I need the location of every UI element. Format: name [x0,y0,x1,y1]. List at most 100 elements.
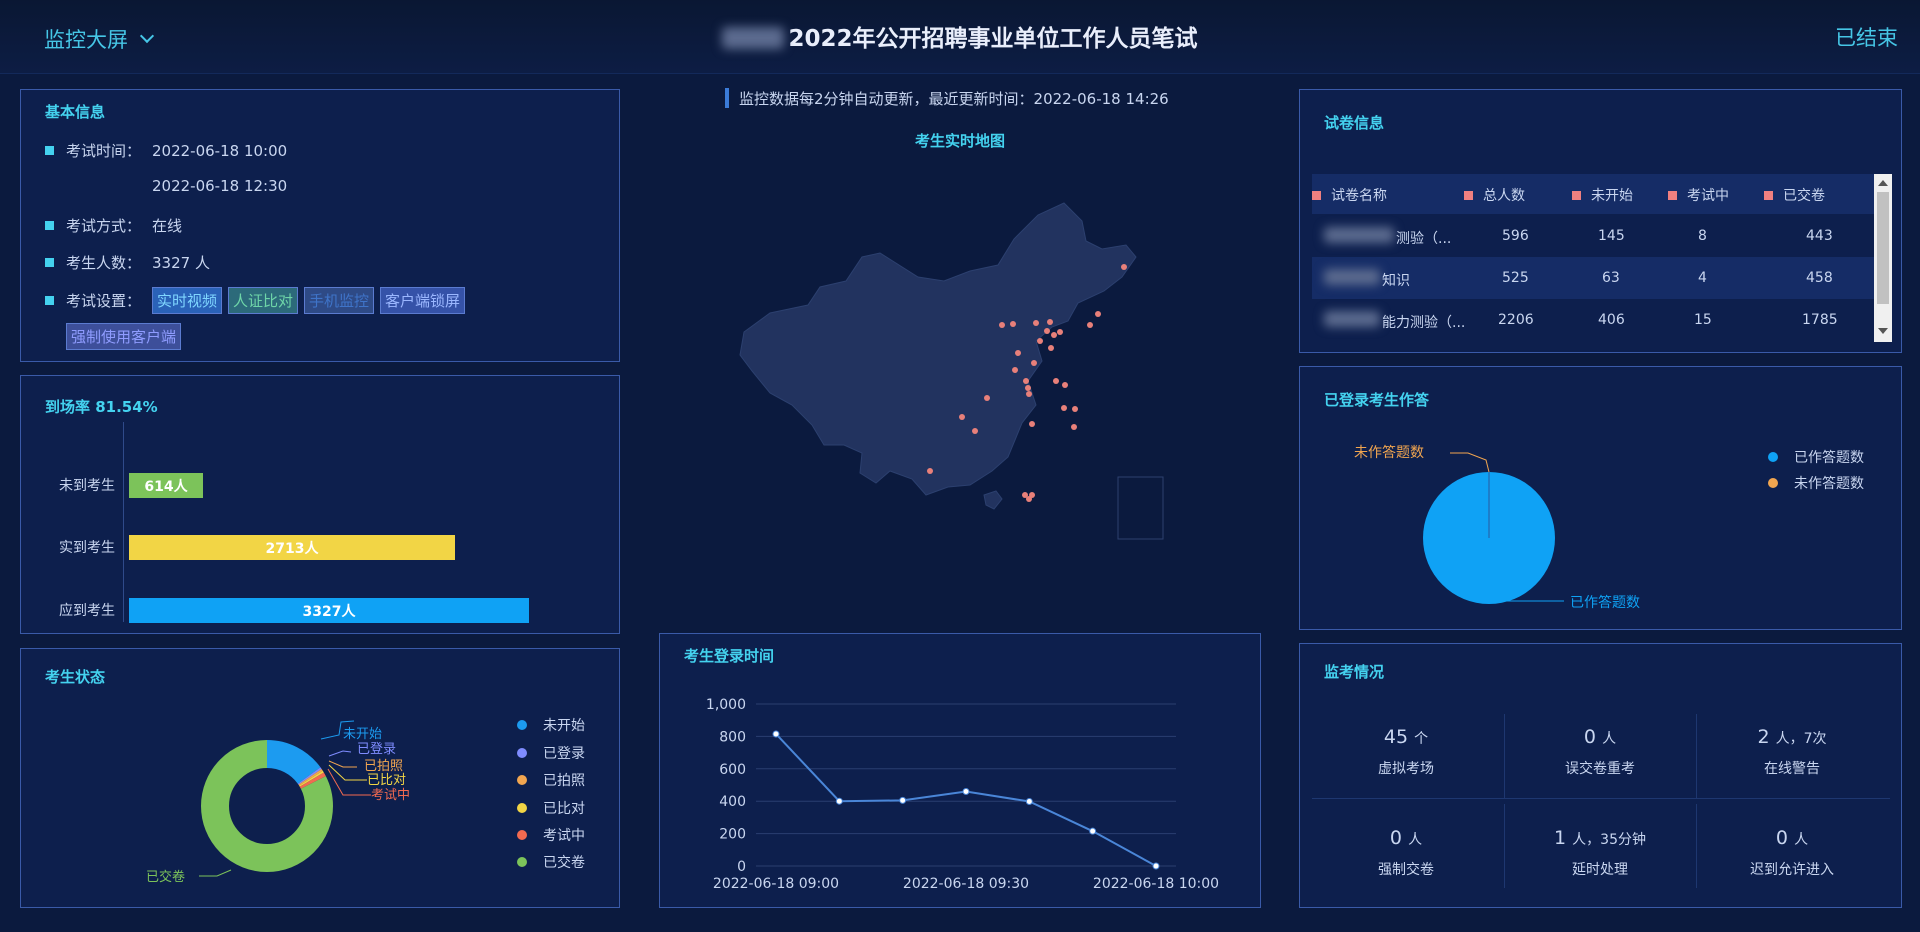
legend-in-exam[interactable]: 考试中 [517,825,585,845]
info-label: 考试设置： [66,292,142,310]
table-row[interactable]: 能力测验（... 2206 406 15 1785 [1312,299,1874,341]
callout-label: 已拍照 [364,759,403,774]
callout-label: 未作答题数 [1354,444,1424,461]
map-landmass [739,202,1137,496]
info-label: 考试方式： [66,217,142,235]
stat-label: 虚拟考场 [1378,761,1434,777]
y-tick-label: 1,000 [706,697,746,713]
col-header[interactable]: 考试中 [1668,185,1729,205]
col-header[interactable]: 已交卷 [1764,185,1825,205]
callout-label: 已比对 [367,773,406,788]
legend-submitted[interactable]: 已交卷 [517,852,585,872]
legend-label: 未作答题数 [1794,476,1864,492]
scroll-thumb[interactable] [1877,192,1889,304]
data-point [1152,862,1160,870]
stat-force-submit: 0 人 强制交卷 [1310,827,1502,879]
table-row[interactable]: 知识 525 63 4 458 [1312,257,1874,299]
basic-info-title: 基本信息 [45,103,106,121]
stat-late-entry: 0 人 迟到允许进入 [1696,827,1888,879]
col-header[interactable]: 试卷名称 [1312,185,1387,205]
login-series-line [775,733,1157,867]
scroll-down-icon[interactable] [1878,328,1888,334]
col-header-label: 总人数 [1483,188,1525,204]
cell-in-exam: 4 [1698,270,1707,286]
legend-logged-in[interactable]: 已登录 [517,743,585,763]
info-label: 考试时间： [66,142,142,160]
stat-value: 1 [1554,827,1567,849]
bar-value: 3327人 [302,603,356,620]
cell-not-started: 406 [1598,312,1625,328]
legend-dot-icon [517,857,527,867]
legend-dot-icon [517,748,527,758]
legend-dot-icon [517,720,527,730]
y-tick-label: 200 [719,827,746,843]
legend-answered[interactable]: 已作答题数 [1768,447,1864,467]
cell-name: 知识 [1382,273,1410,289]
legend-compared[interactable]: 已比对 [517,798,585,818]
tag-phone-monitor[interactable]: 手机监控 [304,287,375,314]
paper-info-title: 试卷信息 [1324,114,1385,132]
col-header-label: 未开始 [1591,188,1633,204]
data-point [899,796,907,804]
scroll-up-icon[interactable] [1878,180,1888,186]
info-row-time-end: 2022-06-18 12:30 [66,177,287,195]
callout-label: 考试中 [371,788,410,803]
info-value: 3327 人 [152,254,210,272]
legend-dot-icon [1768,478,1778,488]
legend-dot-icon [517,830,527,840]
tag-force-client[interactable]: 强制使用客户端 [66,323,182,350]
stat-label: 迟到允许进入 [1750,862,1834,878]
cell-name: 能力测验（... [1382,315,1466,331]
legend-photographed[interactable]: 已拍照 [517,770,585,790]
callout-line [328,760,357,768]
info-value: 2022-06-18 10:00 [152,141,288,160]
cell-submitted: 458 [1806,270,1833,286]
map-title: 考生实时地图 [914,132,1005,150]
column-marker-icon [1464,190,1473,200]
legend-label: 未开始 [543,718,585,734]
table-row[interactable]: 测验（... 596 145 8 443 [1312,215,1874,257]
stat-resubmit: 0 人 误交卷重考 [1504,726,1696,778]
bullet-icon [45,296,54,305]
legend-label: 已登录 [543,746,585,762]
column-marker-icon [1668,190,1677,200]
callout-line [199,869,232,877]
legend-label: 已比对 [543,801,585,817]
col-header[interactable]: 未开始 [1572,185,1633,205]
callout-label: 已登录 [357,742,396,757]
col-header[interactable]: 总人数 [1464,185,1525,205]
tag-id-compare[interactable]: 人证比对 [228,287,299,314]
legend-unanswered[interactable]: 未作答题数 [1768,473,1864,493]
callout-label: 已交卷 [146,869,185,885]
data-point [1089,827,1097,835]
stat-unit: 人 [1794,832,1809,848]
column-marker-icon [1572,190,1581,200]
divider [1312,798,1890,799]
cell-in-exam: 8 [1698,228,1707,244]
x-tick-label: 2022-06-18 10:00 [1093,876,1219,892]
legend-not-started[interactable]: 未开始 [517,715,585,735]
col-header-label: 考试中 [1687,188,1729,204]
map-island [983,490,1003,510]
stat-value: 0 [1583,726,1597,748]
column-marker-icon [1312,190,1321,200]
redacted-text [1324,227,1394,243]
tag-client-lock[interactable]: 客户端锁屏 [380,287,466,314]
tag-live-video[interactable]: 实时视频 [152,287,223,314]
table-scrollbar[interactable] [1874,174,1892,342]
stat-virtual-rooms: 45 个 虚拟考场 [1310,726,1502,778]
cell-not-started: 145 [1598,228,1625,244]
monitoring-panel: 监考情况 45 个 虚拟考场 0 人 误交卷重考 2 人，7次 在线警告 0 人… [1299,643,1902,908]
callout-label: 已作答题数 [1570,594,1640,611]
data-point [1025,798,1033,806]
data-point [772,730,780,738]
cell-in-exam: 15 [1694,312,1712,328]
bar-label-expected: 应到考生 [59,603,115,619]
info-row-settings-2: 强制使用客户端 [66,323,187,350]
china-map [739,202,1164,540]
info-row-settings: 考试设置： 实时视频 人证比对 手机监控 客户端锁屏 [45,287,471,314]
legend-dot-icon [517,775,527,785]
info-row-mode: 考试方式： 在线 [45,215,182,236]
login-time-panel: 考生登录时间 1,000 800 600 400 200 0 2022-06-18 09:0… [659,633,1261,908]
stat-warnings: 2 人，7次 在线警告 [1696,726,1888,778]
